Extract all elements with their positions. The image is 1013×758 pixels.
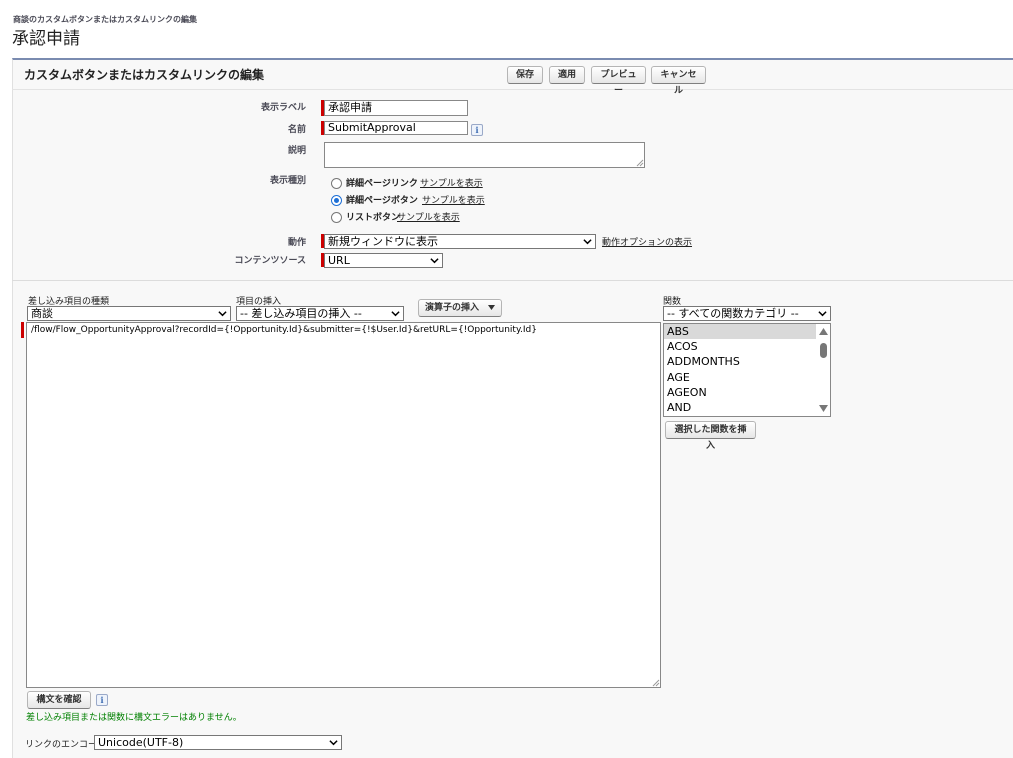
insert-field-value: -- 差し込み項目の挿入 -- — [240, 307, 362, 320]
label-field-label: 表示ラベル — [260, 103, 306, 113]
description-textarea[interactable] — [324, 142, 645, 168]
scroll-up-icon[interactable] — [819, 328, 828, 335]
scroll-down-icon[interactable] — [819, 405, 828, 412]
function-category-select[interactable]: -- すべての関数カテゴリ -- — [663, 306, 831, 321]
chevron-down-icon — [583, 239, 592, 245]
radio-detail-button-label: 詳細ページボタン — [346, 196, 418, 206]
resize-handle-icon[interactable] — [636, 159, 644, 167]
function-item[interactable]: ADDMONTHS — [664, 354, 816, 369]
function-category-value: -- すべての関数カテゴリ -- — [667, 307, 799, 320]
function-list-scrollbar[interactable] — [816, 324, 830, 416]
info-icon[interactable]: i — [96, 694, 108, 706]
encoding-select[interactable]: Unicode(UTF-8) — [94, 735, 342, 750]
radio-list-button-label: リストボタン — [346, 213, 401, 223]
name-input[interactable]: SubmitApproval — [324, 121, 468, 135]
function-list[interactable]: ABS ACOS ADDMONTHS AGE AGEON AND — [663, 323, 831, 417]
required-marker — [21, 322, 24, 338]
preview-button[interactable]: プレビュー — [591, 66, 646, 96]
label-input[interactable]: 承認申請 — [324, 100, 468, 116]
insert-field-select[interactable]: -- 差し込み項目の挿入 -- — [236, 306, 404, 321]
content-source-label: コンテンツソース — [234, 256, 306, 266]
caret-down-icon — [488, 305, 495, 310]
display-type-label: 表示種別 — [269, 176, 306, 186]
chevron-down-icon — [391, 311, 400, 317]
page-title: 承認申請 — [12, 29, 80, 49]
behavior-options-link[interactable]: 動作オプションの表示 — [602, 235, 692, 248]
function-item[interactable]: AGE — [664, 370, 816, 385]
save-button[interactable]: 保存 — [507, 66, 543, 84]
sample-link[interactable]: サンプルを表示 — [420, 176, 483, 189]
merge-type-select[interactable]: 商談 — [27, 306, 231, 321]
radio-list-button[interactable] — [331, 212, 342, 223]
content-source-value: URL — [328, 254, 350, 267]
radio-detail-button[interactable] — [331, 195, 342, 206]
behavior-select-value: 新規ウィンドウに表示 — [328, 235, 438, 248]
chevron-down-icon — [329, 740, 338, 746]
radio-detail-link[interactable] — [331, 178, 342, 189]
merge-type-value: 商談 — [31, 307, 53, 320]
section-divider — [12, 280, 1013, 281]
cancel-button[interactable]: キャンセル — [651, 66, 706, 96]
insert-operator-button[interactable]: 演算子の挿入 — [418, 299, 502, 317]
function-item[interactable]: ACOS — [664, 339, 816, 354]
chevron-down-icon — [430, 258, 439, 264]
insert-operator-label: 演算子の挿入 — [425, 303, 480, 313]
section-title: カスタムボタンまたはカスタムリンクの編集 — [24, 68, 265, 82]
chevron-down-icon — [218, 311, 227, 317]
insert-function-button[interactable]: 選択した関数を挿入 — [665, 421, 756, 451]
name-field-label: 名前 — [287, 125, 306, 135]
apply-button[interactable]: 適用 — [549, 66, 585, 84]
content-source-select[interactable]: URL — [324, 253, 443, 268]
info-icon[interactable]: i — [471, 124, 483, 136]
function-item[interactable]: AGEON — [664, 385, 816, 400]
sample-link[interactable]: サンプルを表示 — [422, 193, 485, 206]
formula-editor[interactable]: /flow/Flow_OpportunityApproval?recordId=… — [26, 322, 661, 688]
chevron-down-icon — [818, 311, 827, 317]
behavior-label: 動作 — [287, 238, 306, 248]
function-item[interactable]: ABS — [664, 324, 816, 340]
encoding-value: Unicode(UTF-8) — [98, 736, 184, 749]
description-field-label: 説明 — [287, 146, 306, 156]
sample-link[interactable]: サンプルを表示 — [397, 210, 460, 223]
behavior-select[interactable]: 新規ウィンドウに表示 — [324, 234, 596, 249]
scroll-thumb[interactable] — [820, 343, 827, 358]
syntax-status: 差し込み項目または関数に構文エラーはありません。 — [26, 713, 242, 723]
check-syntax-button[interactable]: 構文を確認 — [27, 691, 91, 709]
function-item[interactable]: AND — [664, 400, 816, 415]
resize-handle-icon[interactable] — [652, 679, 660, 687]
radio-detail-link-label: 詳細ページリンク — [346, 179, 418, 189]
formula-text: /flow/Flow_OpportunityApproval?recordId=… — [31, 325, 537, 335]
